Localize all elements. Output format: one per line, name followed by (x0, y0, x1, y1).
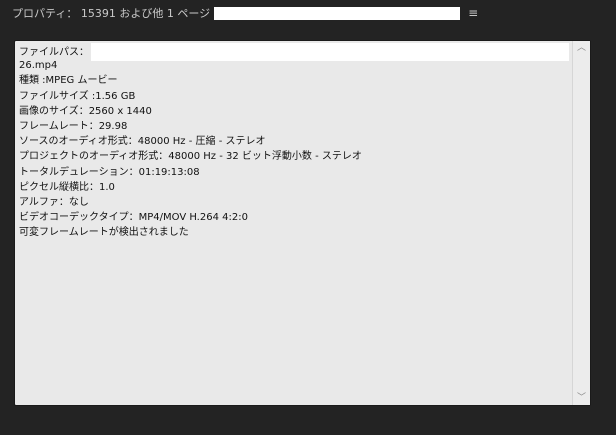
property-line: ソースのオーディオ形式：48000 Hz - 圧縮 - ステレオ (19, 136, 266, 148)
property-line: アルファ：なし (19, 196, 89, 208)
property-line: ファイルサイズ :1.56 GB (19, 90, 136, 102)
scroll-up-icon[interactable]: ︿ (573, 41, 590, 55)
property-line: 種類 :MPEG ムービー (19, 75, 118, 87)
file-path-label: ファイルパス： (19, 47, 89, 58)
property-line: ビデオコーデックタイプ：MP4/MOV H.264 4:2:0 (19, 212, 248, 224)
panel-title: プロパティ： 15391 および他 1 ページ (12, 7, 211, 20)
property-line: 画像のサイズ：2560 x 1440 (19, 105, 152, 117)
redacted-title-part (214, 6, 461, 20)
property-line: 可変フレームレートが検出されました (19, 227, 189, 239)
property-line: フレームレート：29.98 (19, 120, 128, 132)
panel-header: プロパティ： 15391 および他 1 ページ ≡ (0, 0, 616, 26)
properties-panel: ファイルパス： 26.mp4 種類 :MPEG ムービー ファイルサイズ :1.… (14, 40, 591, 406)
redacted-file-path (91, 43, 569, 61)
property-line: プロジェクトのオーディオ形式：48000 Hz - 32 ビット浮動小数 - ス… (19, 151, 362, 163)
property-line: トータルデュレーション：01:19:13:08 (19, 166, 200, 178)
vertical-scrollbar[interactable]: ︿ ﹀ (572, 41, 590, 405)
property-line: ピクセル縦横比：1.0 (19, 181, 115, 193)
menu-icon[interactable]: ≡ (468, 6, 478, 20)
scroll-down-icon[interactable]: ﹀ (573, 391, 590, 405)
properties-text-area[interactable]: ファイルパス： 26.mp4 種類 :MPEG ムービー ファイルサイズ :1.… (15, 41, 572, 405)
file-path-row: ファイルパス： (19, 43, 569, 61)
